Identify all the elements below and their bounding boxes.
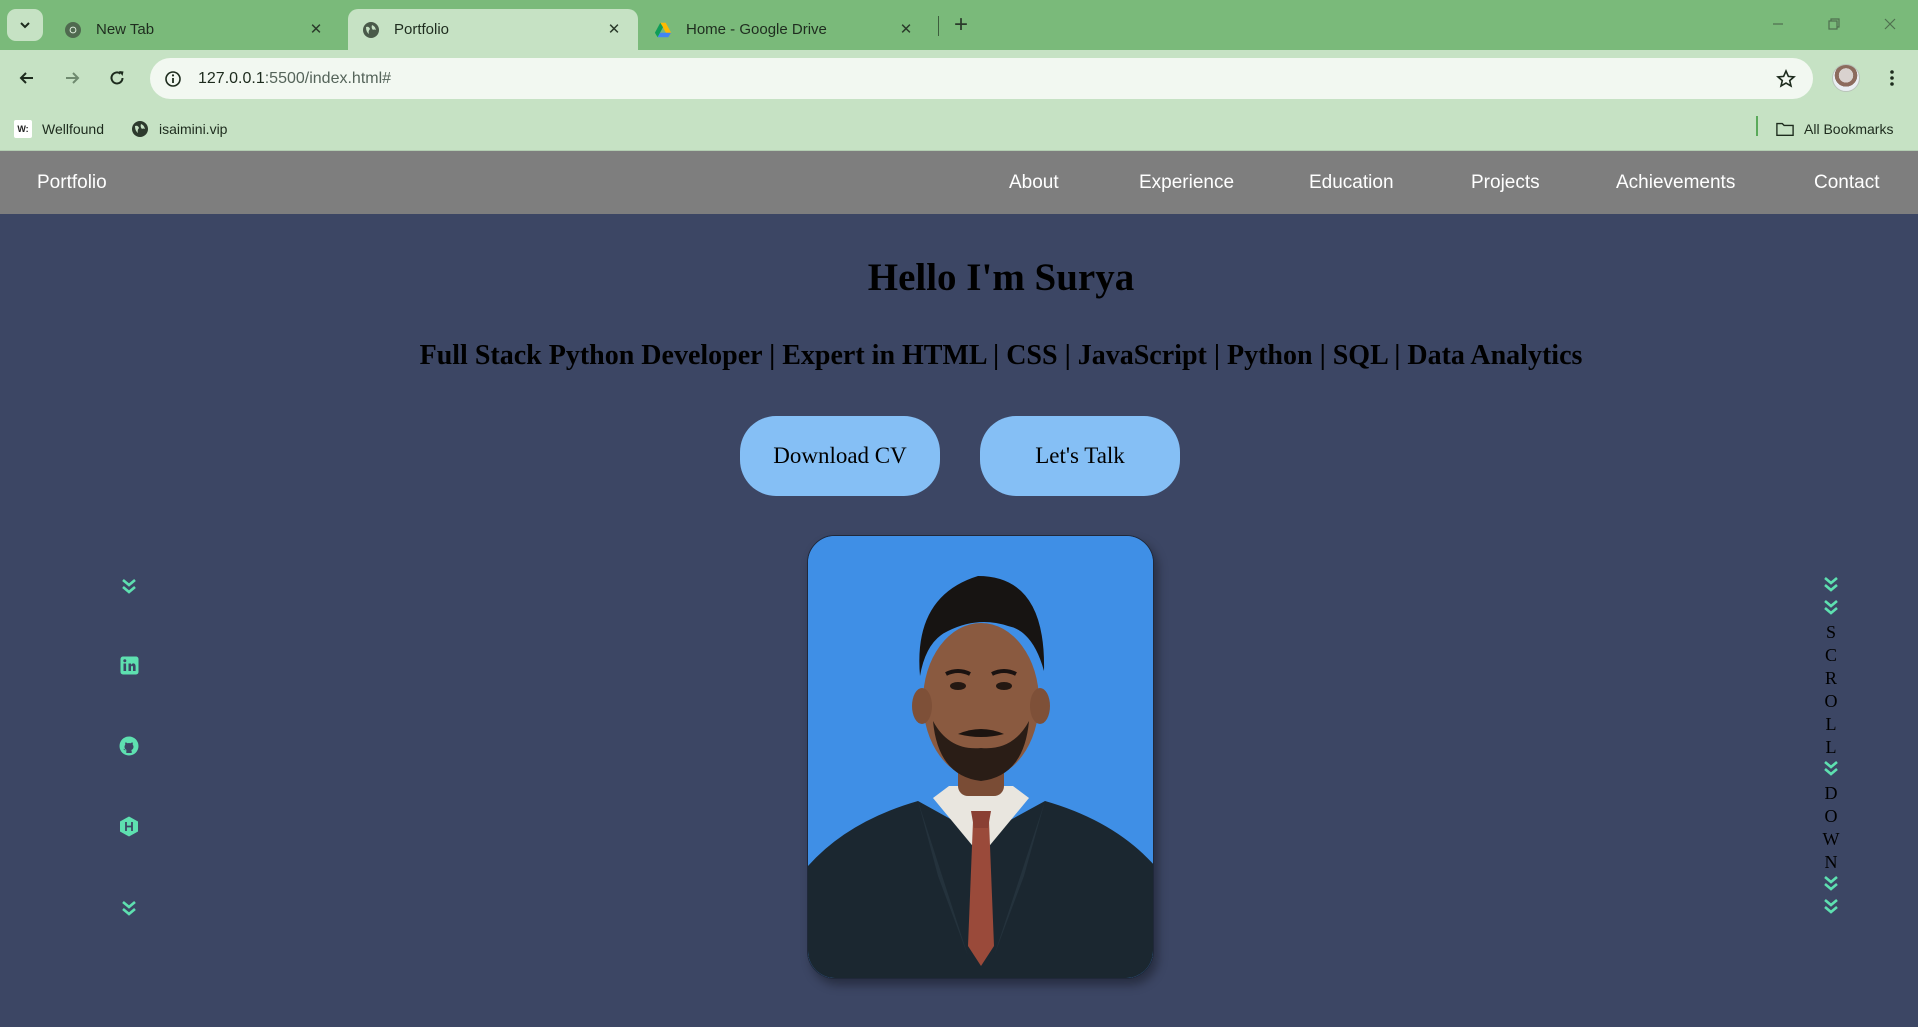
address-bar[interactable]: 127.0.0.1:5500/index.html# bbox=[150, 58, 1813, 99]
nav-achievements[interactable]: Achievements bbox=[1616, 172, 1735, 194]
nav-about[interactable]: About bbox=[1009, 172, 1059, 194]
nav-experience[interactable]: Experience bbox=[1139, 172, 1234, 194]
scroll-letter: N bbox=[1824, 852, 1838, 872]
bookmark-label: Wellfound bbox=[42, 121, 105, 137]
tab-search-button[interactable] bbox=[7, 9, 43, 41]
profile-photo bbox=[807, 535, 1154, 979]
back-button[interactable] bbox=[11, 62, 43, 94]
bookmark-label: isaimini.vip bbox=[159, 121, 228, 137]
url-text: 127.0.0.1:5500/index.html# bbox=[198, 70, 391, 88]
all-bookmarks-label: All Bookmarks bbox=[1804, 121, 1894, 137]
new-tab-button[interactable]: + bbox=[948, 11, 974, 38]
scroll-letter: S bbox=[1825, 622, 1836, 642]
hero-title: Hello I'm Surya bbox=[867, 256, 1135, 299]
site-navbar: Portfolio About Experience Education Pro… bbox=[0, 151, 1918, 214]
url-host: 127.0.0.1 bbox=[198, 69, 265, 87]
brand-link[interactable]: Portfolio bbox=[37, 172, 107, 194]
close-window-icon[interactable] bbox=[1872, 10, 1908, 38]
scroll-letter: L bbox=[1825, 714, 1837, 734]
url-path: :5500/index.html# bbox=[264, 69, 392, 87]
reload-icon bbox=[110, 71, 124, 85]
tab-divider bbox=[938, 16, 939, 36]
globe-icon bbox=[362, 21, 380, 39]
folder-icon bbox=[1776, 120, 1794, 138]
chevron-double-down-icon bbox=[1818, 874, 1844, 897]
download-cv-button[interactable]: Download CV bbox=[740, 416, 940, 496]
chevron-double-down-icon bbox=[1818, 598, 1844, 621]
tab-title: New Tab bbox=[96, 21, 155, 38]
bookmarks-bar: W: Wellfound isaimini.vip All Bookmarks bbox=[0, 108, 1918, 151]
github-icon[interactable] bbox=[118, 735, 140, 757]
tab-title: Portfolio bbox=[394, 21, 450, 38]
hero-subtitle: Full Stack Python Developer | Expert in … bbox=[419, 340, 1583, 371]
bookmark-wellfound[interactable]: W: Wellfound bbox=[14, 115, 104, 143]
arrow-left-icon bbox=[19, 72, 33, 84]
site-info-icon[interactable] bbox=[160, 66, 186, 92]
minimize-icon[interactable] bbox=[1760, 10, 1796, 38]
chrome-icon bbox=[64, 21, 82, 39]
chevron-double-down-icon bbox=[1818, 575, 1844, 598]
wellfound-icon: W: bbox=[14, 120, 32, 138]
lets-talk-button[interactable]: Let's Talk bbox=[980, 416, 1180, 496]
tab-title: Home - Google Drive bbox=[686, 21, 827, 38]
scroll-letter: W bbox=[1822, 829, 1840, 849]
browser-menu-icon[interactable] bbox=[1878, 64, 1906, 92]
google-drive-icon bbox=[654, 21, 672, 39]
bookmark-isaimini[interactable]: isaimini.vip bbox=[131, 115, 227, 143]
close-icon[interactable]: ✕ bbox=[896, 19, 916, 39]
nav-education[interactable]: Education bbox=[1309, 172, 1394, 194]
scroll-letter: O bbox=[1824, 691, 1838, 711]
hackerrank-icon[interactable] bbox=[118, 815, 140, 837]
close-icon[interactable]: ✕ bbox=[604, 19, 624, 39]
tab-google-drive[interactable]: Home - Google Drive ✕ bbox=[640, 9, 930, 50]
bookmark-star-icon[interactable] bbox=[1775, 68, 1797, 90]
linkedin-icon[interactable] bbox=[118, 654, 140, 676]
profile-avatar[interactable] bbox=[1832, 64, 1860, 92]
all-bookmarks-button[interactable]: All Bookmarks bbox=[1776, 115, 1893, 143]
scroll-letter: D bbox=[1824, 783, 1838, 803]
chevron-double-down-icon bbox=[118, 897, 140, 919]
browser-toolbar: 127.0.0.1:5500/index.html# bbox=[0, 50, 1918, 108]
forward-button[interactable] bbox=[56, 62, 88, 94]
bookmarks-divider bbox=[1756, 116, 1758, 136]
tab-portfolio[interactable]: Portfolio ✕ bbox=[348, 9, 638, 50]
scroll-letter: O bbox=[1824, 806, 1838, 826]
scroll-down-indicator[interactable]: S C R O L L D O W N bbox=[1818, 575, 1844, 920]
scroll-letter: R bbox=[1824, 668, 1837, 688]
scroll-letter: C bbox=[1824, 645, 1837, 665]
reload-button[interactable] bbox=[101, 62, 133, 94]
nav-projects[interactable]: Projects bbox=[1471, 172, 1540, 194]
arrow-right-icon bbox=[66, 72, 80, 84]
close-icon[interactable]: ✕ bbox=[306, 19, 326, 39]
scroll-letter: L bbox=[1825, 737, 1837, 757]
nav-contact[interactable]: Contact bbox=[1814, 172, 1879, 194]
chevron-down-icon bbox=[20, 22, 30, 29]
browser-tab-strip: New Tab ✕ Portfolio ✕ Home - Google Driv… bbox=[0, 0, 1918, 50]
chevron-double-down-icon bbox=[118, 575, 140, 597]
chevron-double-down-icon bbox=[1818, 759, 1844, 782]
tab-new-tab[interactable]: New Tab ✕ bbox=[50, 9, 340, 50]
globe-icon bbox=[131, 120, 149, 138]
restore-icon[interactable] bbox=[1816, 10, 1852, 38]
chevron-double-down-icon bbox=[1818, 897, 1844, 920]
